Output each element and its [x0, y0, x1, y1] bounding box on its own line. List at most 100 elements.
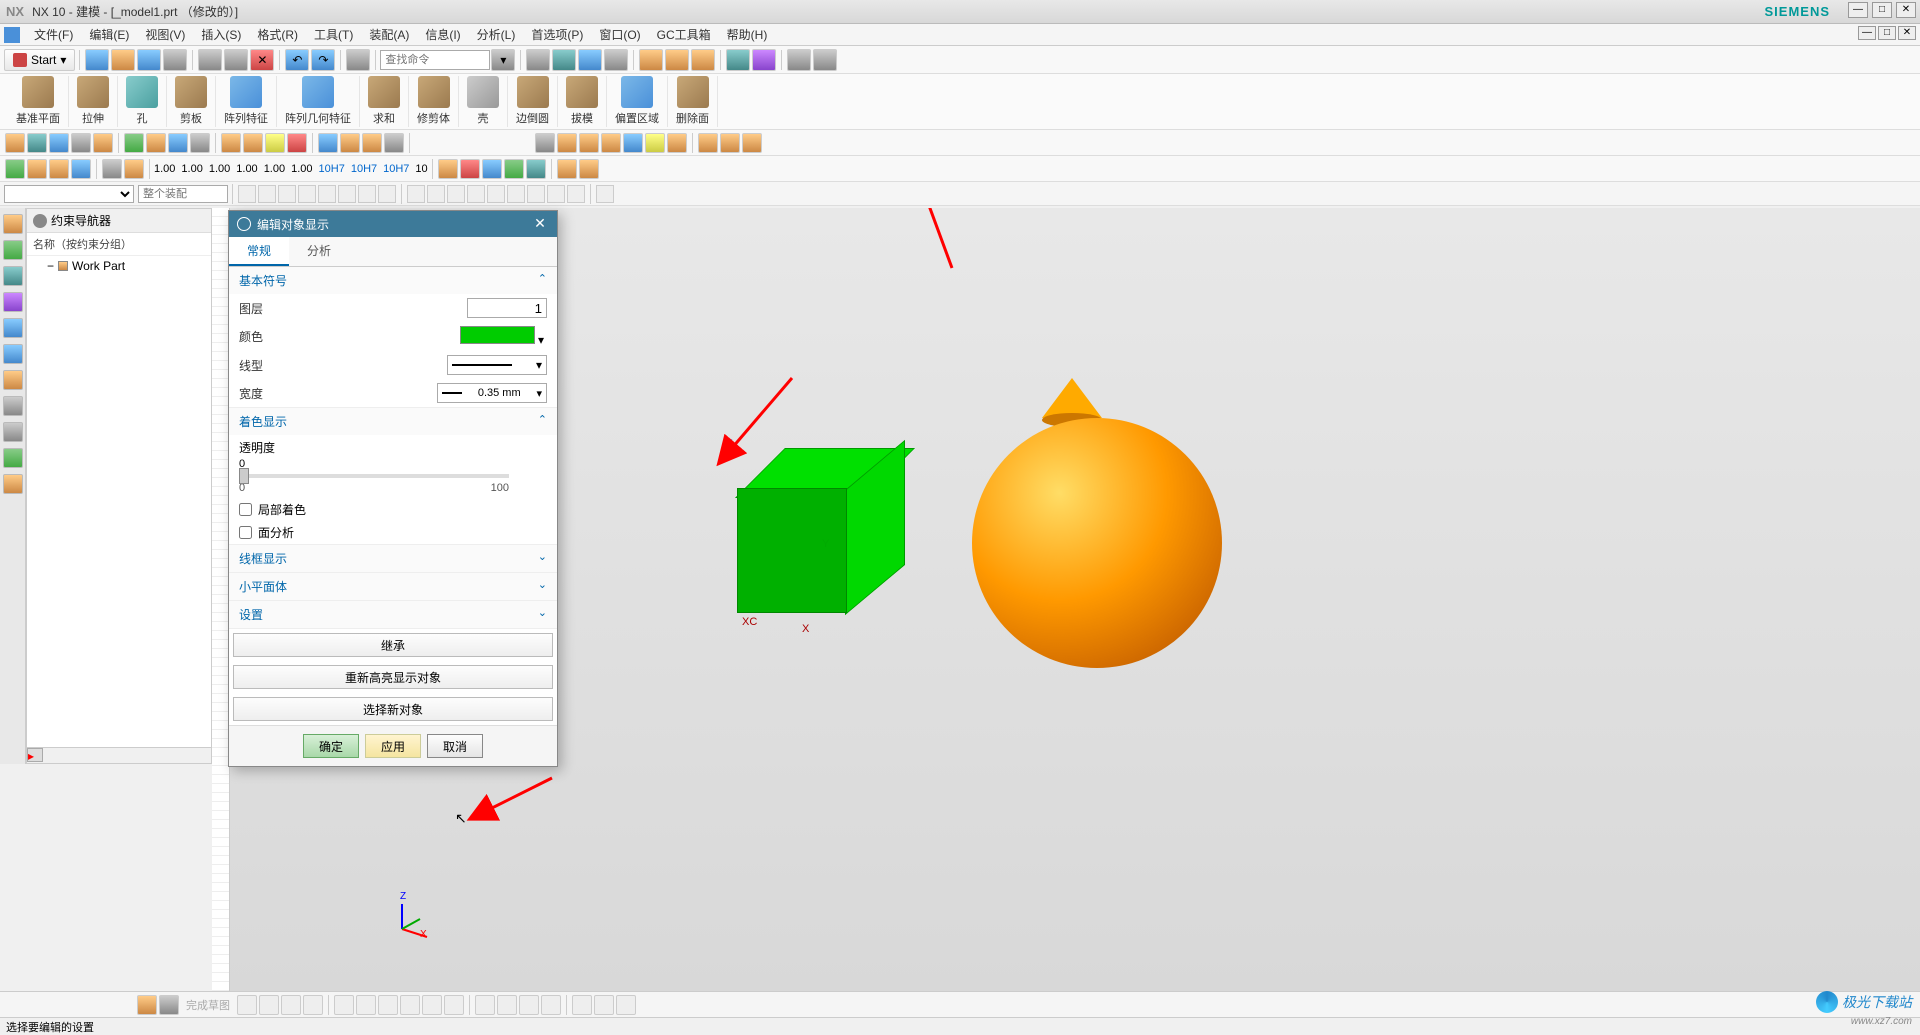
st1-icon[interactable]: [667, 133, 687, 153]
ribbon-offset-region[interactable]: 偏置区域: [607, 76, 668, 127]
menu-assembly[interactable]: 装配(A): [361, 26, 417, 43]
inherit-button[interactable]: 继承: [233, 633, 553, 657]
dialog-title-bar[interactable]: 编辑对象显示 ✕: [229, 211, 557, 237]
nav-tool3-icon[interactable]: [3, 474, 23, 494]
bb-icon[interactable]: [594, 995, 614, 1015]
nav-tool2-icon[interactable]: [3, 448, 23, 468]
st1-icon[interactable]: [93, 133, 113, 153]
menu-help[interactable]: 帮助(H): [719, 26, 776, 43]
menu-view[interactable]: 视图(V): [137, 26, 193, 43]
ribbon-edge-blend[interactable]: 边倒圆: [508, 76, 558, 127]
open-icon[interactable]: [111, 49, 135, 71]
ribbon-hole[interactable]: 孔: [118, 76, 167, 127]
linetype-combo[interactable]: ▾: [447, 355, 547, 375]
st2-icon[interactable]: [71, 159, 91, 179]
st2-icon[interactable]: [579, 159, 599, 179]
bb-icon[interactable]: [616, 995, 636, 1015]
st2-icon[interactable]: [504, 159, 524, 179]
sel-icon[interactable]: [407, 185, 425, 203]
bb-icon[interactable]: [334, 995, 354, 1015]
command-search[interactable]: [380, 50, 490, 70]
section-wireframe[interactable]: 线框显示⌄: [229, 545, 557, 572]
tab-analysis[interactable]: 分析: [289, 237, 349, 266]
st1-icon[interactable]: [579, 133, 599, 153]
sel-icon[interactable]: [318, 185, 336, 203]
st1-icon[interactable]: [190, 133, 210, 153]
assembly-combo[interactable]: [138, 185, 228, 203]
bb-icon[interactable]: [497, 995, 517, 1015]
st2-icon[interactable]: [102, 159, 122, 179]
search-dropdown-icon[interactable]: ▾: [491, 49, 515, 71]
nav-history-icon[interactable]: [3, 370, 23, 390]
st1-icon[interactable]: [27, 133, 47, 153]
dialog-gear-icon[interactable]: [237, 217, 251, 231]
ribbon-trim-body[interactable]: 修剪体: [409, 76, 459, 127]
sel-icon[interactable]: [338, 185, 356, 203]
ribbon-draft[interactable]: 拔模: [558, 76, 607, 127]
sel-icon[interactable]: [467, 185, 485, 203]
st2-icon[interactable]: [460, 159, 480, 179]
redo-icon[interactable]: ↷: [311, 49, 335, 71]
tab-general[interactable]: 常规: [229, 237, 289, 266]
bb-icon[interactable]: [400, 995, 420, 1015]
copy-icon[interactable]: [224, 49, 248, 71]
bb-icon[interactable]: [356, 995, 376, 1015]
bb-icon[interactable]: [259, 995, 279, 1015]
st1-icon[interactable]: [318, 133, 338, 153]
bb-icon[interactable]: [378, 995, 398, 1015]
menu-edit[interactable]: 编辑(E): [81, 26, 137, 43]
st1-icon[interactable]: [698, 133, 718, 153]
close-button[interactable]: ✕: [1896, 2, 1916, 18]
tree-root-item[interactable]: −Work Part: [27, 256, 211, 276]
view-icon-1[interactable]: [526, 49, 550, 71]
menu-gctoolbox[interactable]: GC工具箱: [649, 26, 719, 43]
minimize-button[interactable]: —: [1848, 2, 1868, 18]
color-dropdown-icon[interactable]: ▾: [535, 333, 547, 347]
st1-icon[interactable]: [49, 133, 69, 153]
mdi-close[interactable]: ✕: [1898, 26, 1916, 40]
sel-icon[interactable]: [378, 185, 396, 203]
ribbon-rib[interactable]: 剪板: [167, 76, 216, 127]
ribbon-unite[interactable]: 求和: [360, 76, 409, 127]
print-icon[interactable]: [163, 49, 187, 71]
width-combo[interactable]: 0.35 mm▾: [437, 383, 547, 403]
sel-icon[interactable]: [238, 185, 256, 203]
maximize-button[interactable]: □: [1872, 2, 1892, 18]
section-basic-symbol[interactable]: 基本符号⌃: [229, 267, 557, 294]
sel-icon[interactable]: [258, 185, 276, 203]
st2-icon[interactable]: [438, 159, 458, 179]
partial-shade-checkbox[interactable]: [239, 503, 252, 516]
menu-tools[interactable]: 工具(T): [306, 26, 361, 43]
sketch-icon[interactable]: [137, 995, 157, 1015]
bb-icon[interactable]: [475, 995, 495, 1015]
nav-hd3d-icon[interactable]: [3, 318, 23, 338]
view-icon-3[interactable]: [578, 49, 602, 71]
st2-icon[interactable]: [27, 159, 47, 179]
menu-window[interactable]: 窗口(O): [591, 26, 648, 43]
st1-icon[interactable]: [601, 133, 621, 153]
st1-icon[interactable]: [720, 133, 740, 153]
select-new-button[interactable]: 选择新对象: [233, 697, 553, 721]
nav-tool-icon[interactable]: [3, 422, 23, 442]
bb-icon[interactable]: [237, 995, 257, 1015]
st1-icon[interactable]: [243, 133, 263, 153]
st1-icon[interactable]: [362, 133, 382, 153]
start-button[interactable]: Start▾: [4, 49, 75, 71]
nav-reuse-icon[interactable]: [3, 292, 23, 312]
transparency-slider[interactable]: [239, 474, 509, 478]
menu-insert[interactable]: 插入(S): [193, 26, 249, 43]
sel-icon[interactable]: [567, 185, 585, 203]
st2-icon[interactable]: [557, 159, 577, 179]
st1-icon[interactable]: [384, 133, 404, 153]
st1-icon[interactable]: [287, 133, 307, 153]
edit-display-icon[interactable]: [726, 49, 750, 71]
sel-icon[interactable]: [278, 185, 296, 203]
st1-icon[interactable]: [340, 133, 360, 153]
bb-icon[interactable]: [303, 995, 323, 1015]
menu-file[interactable]: 文件(F): [26, 26, 81, 43]
sel-icon[interactable]: [358, 185, 376, 203]
view-icon-2[interactable]: [552, 49, 576, 71]
render-icon-2[interactable]: [665, 49, 689, 71]
nav-part-icon[interactable]: [3, 214, 23, 234]
sel-icon[interactable]: [547, 185, 565, 203]
